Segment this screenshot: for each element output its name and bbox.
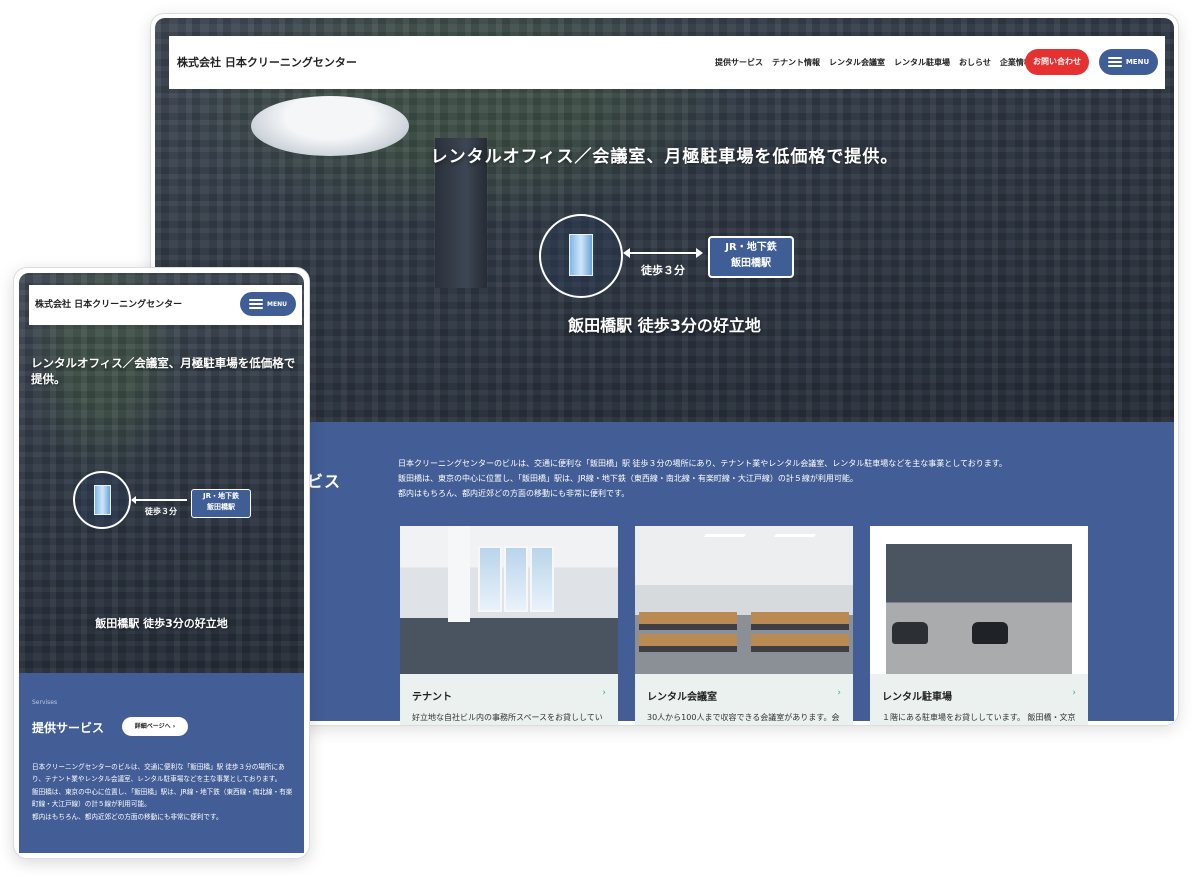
chevron-right-icon: › xyxy=(837,688,841,698)
hamburger-icon xyxy=(249,297,264,311)
mobile-header: 株式会社 日本クリーニングセンター MENU xyxy=(29,285,302,325)
section-description: 日本クリーニングセンターのビルは、交通に便利な「飯田橋」駅 徒歩３分の場所にあり… xyxy=(32,761,294,823)
section-description: 日本クリーニングセンターのビルは、交通に便利な「飯田橋」駅 徒歩３分の場所にあり… xyxy=(398,456,1118,501)
global-nav: 提供サービス テナント情報 レンタル会議室 レンタル駐車場 おしらせ 企業情報 xyxy=(715,36,1041,89)
station-badge: JR・地下鉄 飯田橋駅 xyxy=(191,489,251,518)
meeting-room-photo xyxy=(635,526,853,674)
hero-title: レンタルオフィス／会議室、月極駐車場を低価格で提供。 xyxy=(430,147,899,167)
hero-title: レンタルオフィス／会議室、月極駐車場を低価格で提供。 xyxy=(31,356,296,386)
chevron-right-icon: › xyxy=(1072,688,1076,698)
hero-subtitle: 飯田橋駅 徒歩3分の好立地 xyxy=(568,316,761,335)
card-tenant[interactable]: テナント › 好立地な自社ビル内の事務所スペースをお貸ししています。お気軽に、お… xyxy=(400,526,618,725)
desktop-header: 株式会社 日本クリーニングセンター 提供サービス テナント情報 レンタル会議室 … xyxy=(169,36,1165,89)
chevron-right-icon: › xyxy=(602,688,606,698)
station-badge: JR・地下鉄 飯田橋駅 xyxy=(708,236,794,278)
card-meeting-room[interactable]: レンタル会議室 › 30人から100人まで収容できる会議室があります。会議に必要… xyxy=(635,526,853,725)
section-heading: ビス xyxy=(307,472,342,491)
nav-item-services[interactable]: 提供サービス xyxy=(715,57,763,68)
card-description: １階にある駐車場をお貸ししています。 飯田橋・文京エリアで月極駐車場をお探しの方… xyxy=(882,713,1076,722)
card-title: レンタル会議室 xyxy=(647,692,717,703)
hamburger-icon xyxy=(1107,55,1122,69)
walk-time-label: 徒歩３分 xyxy=(641,264,685,277)
building-icon xyxy=(73,471,131,529)
office-photo xyxy=(400,526,618,674)
parking-photo xyxy=(870,526,1088,674)
menu-button[interactable]: MENU xyxy=(240,292,296,316)
section-text-line: 日本クリーニングセンターのビルは、交通に便利な「飯田橋」駅 徒歩３分の場所にあり… xyxy=(32,763,285,784)
section-text-line: 日本クリーニングセンターのビルは、交通に便利な「飯田橋」駅 徒歩３分の場所にあり… xyxy=(398,459,1007,468)
station-line-1: JR・地下鉄 xyxy=(725,242,777,253)
card-title: レンタル駐車場 xyxy=(882,692,952,703)
contact-button[interactable]: お問い合わせ xyxy=(1025,49,1089,75)
double-arrow-icon xyxy=(623,248,703,258)
nav-item-meeting-room[interactable]: レンタル会議室 xyxy=(829,57,885,68)
section-eyebrow: Servises xyxy=(32,699,58,706)
section-text-line: 都内はもちろん、都内近郊どの方面の移動にも非常に便利です。 xyxy=(32,812,223,821)
site-logo[interactable]: 株式会社 日本クリーニングセンター xyxy=(35,285,182,325)
card-parking[interactable]: レンタル駐車場 › １階にある駐車場をお貸ししています。 飯田橋・文京エリアで月… xyxy=(870,526,1088,725)
menu-label: MENU xyxy=(1125,58,1150,66)
section-text-line: 飯田橋は、東京の中心に位置し、「飯田橋」駅は、JR線・地下鉄（東西線・南北線・有… xyxy=(398,474,858,483)
services-section: Servises 提供サービス 詳細ページへ › 日本クリーニングセンターのビル… xyxy=(19,673,304,853)
card-description: 30人から100人まで収容できる会議室があります。会議に必要な備品レンタルも可能… xyxy=(647,713,840,722)
section-heading: 提供サービス xyxy=(32,721,105,735)
section-text-line: 都内はもちろん、都内近郊どの方面の移動にも非常に便利です。 xyxy=(398,489,630,498)
walk-time-label: 徒歩３分 xyxy=(145,507,177,516)
building-icon xyxy=(539,214,623,298)
arrow-icon xyxy=(131,496,187,504)
mobile-mockup: 株式会社 日本クリーニングセンター MENU レンタルオフィス／会議室、月極駐車… xyxy=(13,267,310,859)
nav-item-news[interactable]: おしらせ xyxy=(959,57,991,68)
station-line-2: 飯田橋駅 xyxy=(207,503,235,511)
menu-button[interactable]: MENU xyxy=(1099,49,1158,75)
section-text-line: 飯田橋は、東京の中心に位置し、「飯田橋」駅は、JR線・地下鉄（東西線・南北線・有… xyxy=(32,787,293,809)
card-description: 好立地な自社ビル内の事務所スペースをお貸ししています。お気軽に、お問い合わせくだ… xyxy=(412,713,603,722)
card-title: テナント xyxy=(412,692,452,703)
nav-item-tenant[interactable]: テナント情報 xyxy=(772,57,820,68)
hero-subtitle: 飯田橋駅 徒歩3分の好立地 xyxy=(95,617,228,630)
site-logo[interactable]: 株式会社 日本クリーニングセンター xyxy=(177,36,357,89)
station-line-1: JR・地下鉄 xyxy=(203,492,239,500)
nav-item-parking[interactable]: レンタル駐車場 xyxy=(894,57,950,68)
detail-page-button[interactable]: 詳細ページへ › xyxy=(122,717,188,736)
station-line-2: 飯田橋駅 xyxy=(731,258,771,269)
menu-label: MENU xyxy=(267,300,287,308)
